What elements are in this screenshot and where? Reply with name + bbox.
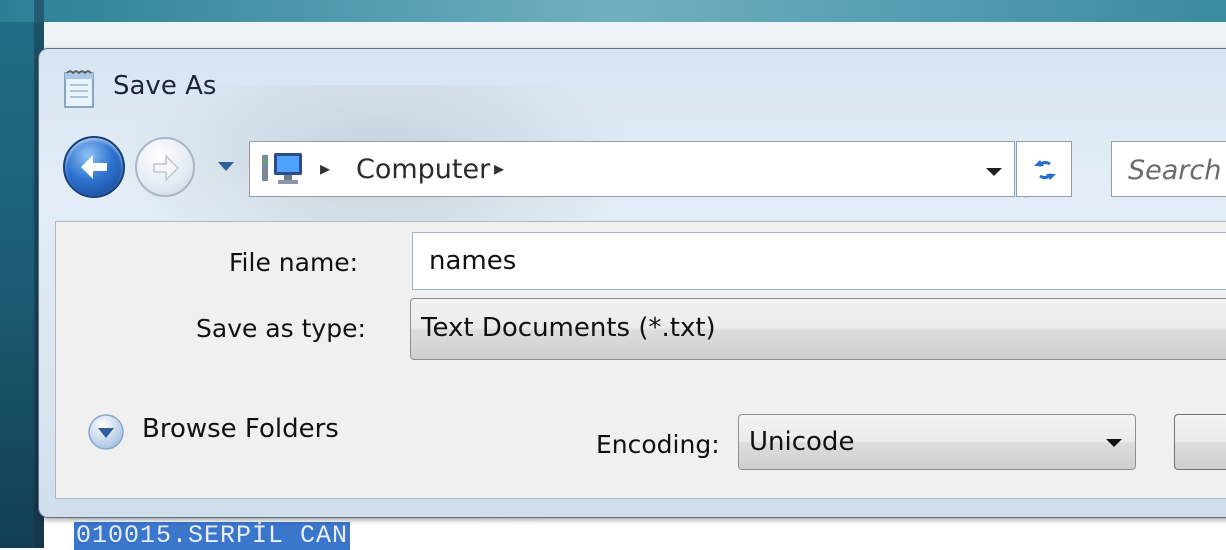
chevron-down-icon[interactable] [984,166,1004,178]
expand-chevron-icon [88,414,124,450]
encoding-select[interactable]: Unicode [738,414,1136,470]
file-name-input[interactable] [412,232,1226,290]
search-input[interactable] [1126,151,1226,189]
breadcrumb-separator[interactable]: ▸ [320,156,330,180]
browse-folders-button[interactable]: Browse Folders [86,412,386,452]
notepad-icon [64,70,94,108]
chevron-down-icon [1106,439,1122,447]
save-as-dialog: Save As ▸ Computer ▸ Search File name: n… [38,48,1226,518]
background-selected-text: 010015.SERPİL CAN [74,521,351,550]
recent-pages-dropdown[interactable] [215,159,237,173]
computer-icon [262,153,302,184]
encoding-label: Encoding: [596,430,720,459]
back-button[interactable] [63,136,125,198]
save-as-type-label: Save as type: [196,314,366,343]
breadcrumb-separator[interactable]: ▸ [494,156,504,180]
dialog-title: Save As [113,71,217,101]
forward-button[interactable] [135,137,195,197]
refresh-icon [1034,160,1056,180]
address-bar[interactable]: ▸ Computer ▸ [249,141,1026,198]
refresh-button[interactable] [1016,141,1072,197]
back-arrow-icon [81,155,107,179]
browse-folders-label: Browse Folders [142,414,339,444]
save-button[interactable] [1174,414,1226,470]
encoding-value: Unicode [749,427,855,457]
title-bar[interactable]: Save As [39,49,1226,129]
breadcrumb-computer[interactable]: Computer [356,154,490,185]
save-as-type-value: Text Documents (*.txt) [421,313,716,343]
save-as-type-select[interactable]: Text Documents (*.txt) [410,298,1226,360]
file-name-label: File name: [229,248,359,277]
navigation-bar: ▸ Computer ▸ [39,131,1226,203]
save-form: File name: Save as type: Text Documents … [55,221,1226,499]
forward-arrow-icon [153,154,180,182]
search-box[interactable] [1111,141,1226,197]
